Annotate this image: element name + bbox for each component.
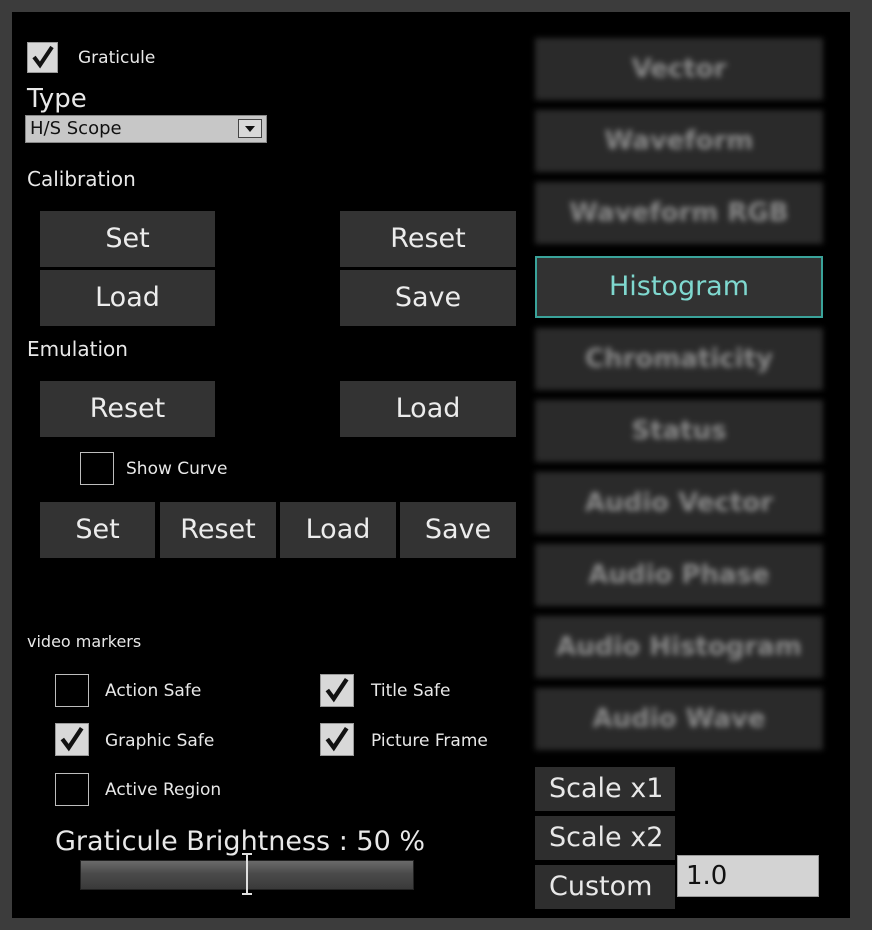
curve-save-button[interactable]: Save bbox=[400, 502, 516, 558]
custom-scale-button[interactable]: Custom bbox=[535, 865, 675, 909]
type-label: Type bbox=[27, 84, 87, 114]
show-curve-checkbox[interactable] bbox=[80, 452, 114, 485]
mode-button-waveform-rgb[interactable]: Waveform RGB bbox=[535, 182, 823, 244]
mode-button-audio-vector[interactable]: Audio Vector bbox=[535, 472, 823, 534]
custom-scale-input[interactable] bbox=[677, 855, 819, 897]
checkmark-icon bbox=[325, 727, 349, 752]
action-safe-checkbox[interactable] bbox=[55, 674, 89, 707]
curve-set-button[interactable]: Set bbox=[40, 502, 155, 558]
mode-button-audio-wave[interactable]: Audio Wave bbox=[535, 688, 823, 750]
mode-button-audio-histogram[interactable]: Audio Histogram bbox=[535, 616, 823, 678]
checkmark-icon bbox=[32, 45, 54, 69]
active-region-checkbox[interactable] bbox=[55, 773, 89, 806]
chevron-down-icon[interactable] bbox=[238, 119, 262, 138]
type-select-value: H/S Scope bbox=[30, 118, 122, 139]
mode-button-waveform[interactable]: Waveform bbox=[535, 110, 823, 172]
scale-x2-button[interactable]: Scale x2 bbox=[535, 816, 675, 860]
emulation-load-button[interactable]: Load bbox=[340, 381, 516, 437]
active-region-label: Active Region bbox=[105, 780, 222, 800]
graphic-safe-label: Graphic Safe bbox=[105, 731, 215, 751]
calibration-label: Calibration bbox=[27, 167, 136, 191]
mode-button-status[interactable]: Status bbox=[535, 400, 823, 462]
graticule-label: Graticule bbox=[78, 48, 156, 68]
show-curve-label: Show Curve bbox=[126, 459, 228, 479]
graticule-checkbox[interactable] bbox=[27, 42, 58, 73]
checkmark-icon bbox=[325, 678, 349, 703]
picture-frame-label: Picture Frame bbox=[371, 731, 488, 751]
graphic-safe-checkbox[interactable] bbox=[55, 723, 89, 756]
emulation-reset-button[interactable]: Reset bbox=[40, 381, 215, 437]
mode-button-audio-phase[interactable]: Audio Phase bbox=[535, 544, 823, 606]
checkmark-icon bbox=[60, 727, 84, 752]
calibration-load-button[interactable]: Load bbox=[40, 270, 215, 326]
calibration-save-button[interactable]: Save bbox=[340, 270, 516, 326]
emulation-label: Emulation bbox=[27, 337, 128, 361]
slider-handle[interactable] bbox=[241, 853, 253, 895]
type-select[interactable]: H/S Scope bbox=[25, 115, 267, 143]
curve-reset-button[interactable]: Reset bbox=[160, 502, 276, 558]
mode-button-chromaticity[interactable]: Chromaticity bbox=[535, 328, 823, 390]
picture-frame-checkbox[interactable] bbox=[320, 723, 354, 756]
title-safe-checkbox[interactable] bbox=[320, 674, 354, 707]
calibration-reset-button[interactable]: Reset bbox=[340, 211, 516, 267]
mode-button-vector[interactable]: Vector bbox=[535, 38, 823, 100]
curve-load-button[interactable]: Load bbox=[280, 502, 396, 558]
scale-x1-button[interactable]: Scale x1 bbox=[535, 767, 675, 811]
calibration-set-button[interactable]: Set bbox=[40, 211, 215, 267]
mode-button-histogram[interactable]: Histogram bbox=[535, 256, 823, 318]
video-markers-label: video markers bbox=[27, 632, 142, 651]
title-safe-label: Title Safe bbox=[371, 681, 451, 701]
action-safe-label: Action Safe bbox=[105, 681, 202, 701]
brightness-label: Graticule Brightness : 50 % bbox=[55, 826, 425, 857]
